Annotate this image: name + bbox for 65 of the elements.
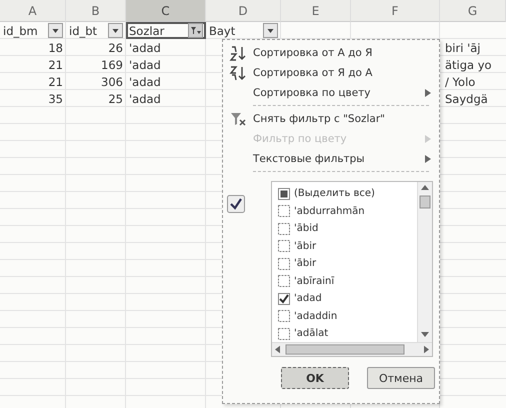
menu-item[interactable]: Текстовые фильтры — [223, 149, 439, 169]
table-cell: 'adad — [129, 74, 161, 88]
checkbox[interactable] — [278, 188, 290, 200]
table-cell: 'adad — [129, 92, 161, 106]
menu-item[interactable]: Сортировка от А до Я — [223, 43, 439, 63]
table-cell: 306 — [101, 74, 123, 88]
column-header[interactable]: B — [66, 0, 126, 22]
filter-dropdown-button[interactable] — [48, 23, 63, 38]
sort-ascending-icon — [229, 45, 247, 61]
cancel-button[interactable]: Отмена — [367, 367, 435, 389]
table-cell: Saydgä — [445, 92, 488, 106]
header-cell: id_bm — [3, 24, 38, 38]
header-cell: Sozlar — [129, 24, 164, 38]
header-cell: Bayt — [209, 24, 236, 38]
list-item-label[interactable]: 'abdurrahmān — [294, 206, 365, 217]
table-cell: 169 — [101, 58, 123, 72]
table-cell: / Yolo — [445, 74, 476, 88]
table-cell: 26 — [108, 40, 123, 54]
table-cell: 21 — [48, 74, 63, 88]
checkbox[interactable] — [278, 205, 290, 218]
list-item-label[interactable]: 'ābir — [294, 258, 316, 270]
checkbox[interactable] — [278, 310, 290, 322]
menu-item[interactable]: Снять фильтр с "Sozlar" — [223, 109, 439, 129]
column-header[interactable]: F — [351, 0, 440, 22]
column-header[interactable]: C — [126, 0, 206, 22]
column-header[interactable]: A — [0, 0, 66, 22]
submenu-arrow-icon — [425, 155, 431, 163]
table-cell: 'adad — [129, 40, 161, 54]
column-header[interactable]: D — [206, 0, 281, 22]
submenu-arrow-icon — [425, 89, 431, 97]
list-item-label[interactable]: 'adaddin — [294, 310, 338, 322]
menu-item[interactable]: Сортировка от Я до А — [223, 63, 439, 83]
table-cell: ätiga yo — [445, 58, 492, 72]
filter-dropdown-button[interactable] — [263, 23, 278, 38]
list-item-label[interactable]: 'ābir — [294, 240, 316, 252]
checkbox[interactable] — [278, 258, 290, 270]
table-cell: 'adad — [129, 58, 161, 72]
horizontal-scrollbar[interactable] — [272, 342, 432, 356]
checkbox[interactable] — [278, 328, 290, 340]
list-item-label[interactable]: 'adālat — [294, 328, 328, 340]
checkbox[interactable] — [278, 222, 290, 235]
checkbox[interactable] — [278, 292, 290, 305]
list-item-label[interactable]: 'adad — [294, 293, 322, 304]
sort-descending-icon — [229, 65, 247, 81]
table-cell: 25 — [108, 92, 123, 106]
column-header[interactable]: E — [281, 0, 351, 22]
checkmark-icon — [227, 195, 245, 213]
column-header[interactable]: G — [440, 0, 506, 22]
table-cell: biri 'āj — [445, 40, 480, 54]
checkbox[interactable] — [278, 240, 290, 252]
clear-filter-icon — [229, 111, 247, 127]
header-cell: id_bt — [69, 24, 98, 38]
checkbox[interactable] — [278, 275, 290, 288]
filter-applied-button[interactable] — [188, 23, 203, 38]
list-item-label[interactable]: 'abīrainī — [294, 276, 334, 287]
table-cell: 35 — [48, 92, 63, 106]
table-cell: 18 — [48, 40, 63, 54]
filter-dropdown-button[interactable] — [108, 23, 123, 38]
vertical-scrollbar[interactable] — [417, 182, 432, 342]
list-item-label[interactable]: 'ābid — [294, 223, 318, 234]
list-item-label[interactable]: (Выделить все) — [294, 188, 375, 200]
menu-item[interactable]: Сортировка по цвету — [223, 83, 439, 103]
submenu-arrow-icon — [425, 135, 431, 143]
ok-button[interactable]: OK — [281, 367, 349, 389]
table-cell: 21 — [48, 58, 63, 72]
